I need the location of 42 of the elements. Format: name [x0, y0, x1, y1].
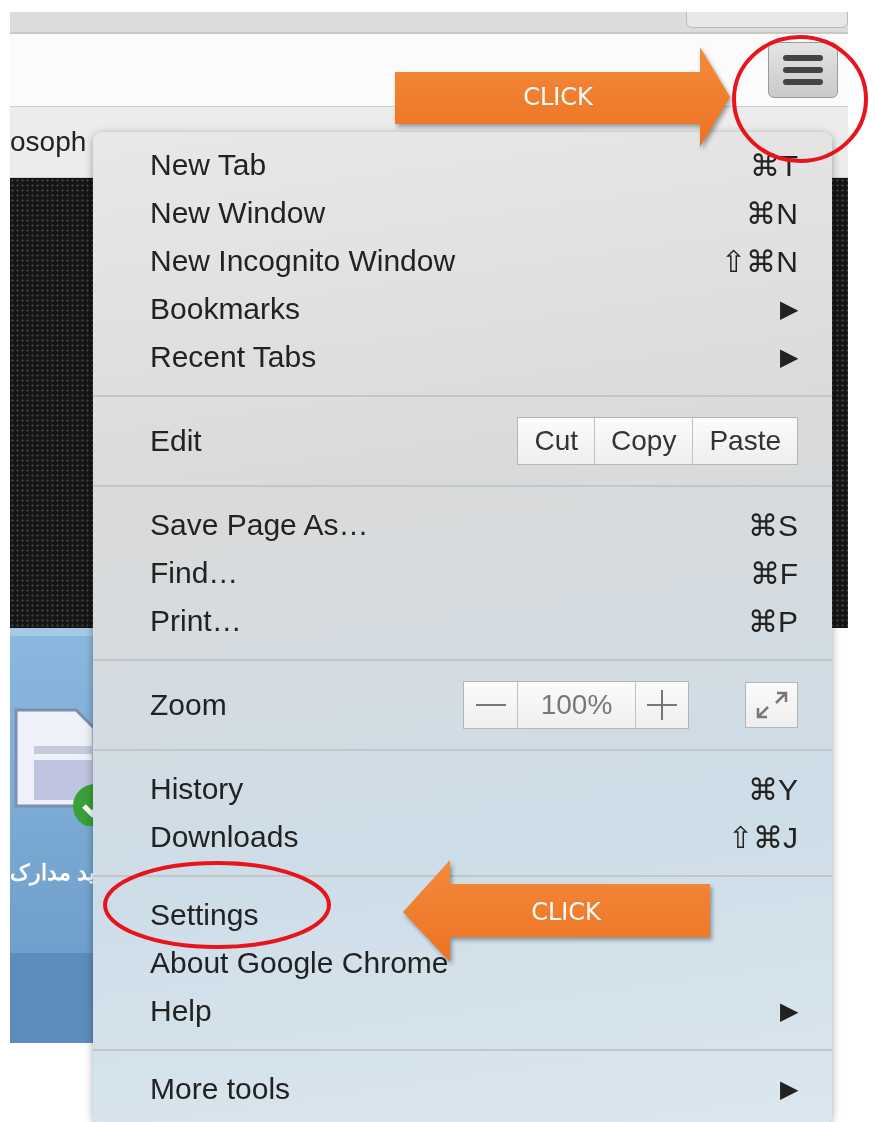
shortcut-text: ⌘N: [746, 195, 798, 231]
menu-item[interactable]: New Tab: [150, 148, 267, 182]
menu-item[interactable]: Find…: [150, 556, 239, 590]
menu-icon: [783, 54, 823, 86]
submenu-arrow-icon: ▶: [780, 997, 798, 1025]
expand-icon: [754, 690, 789, 720]
zoom-in-button[interactable]: [635, 682, 688, 728]
zoom-out-button[interactable]: [464, 682, 517, 728]
menu-item[interactable]: New Incognito Window: [150, 244, 456, 278]
plus-icon: [647, 690, 677, 720]
menu-label: Edit: [150, 424, 202, 458]
shortcut-text: ⇧⌘J: [728, 819, 798, 855]
menu-item[interactable]: About Google Chrome: [150, 946, 449, 980]
page-heading: osoph: [10, 126, 87, 158]
menu-item[interactable]: History: [150, 772, 244, 806]
menu-item[interactable]: Bookmarks: [150, 292, 301, 326]
menu-label: Zoom: [150, 688, 227, 722]
shortcut-text: ⌘F: [749, 555, 798, 591]
submenu-arrow-icon: ▶: [780, 343, 798, 371]
callout-label: CLICK: [523, 83, 593, 111]
edit-button[interactable]: Copy: [594, 418, 693, 464]
shortcut-text: ⌘S: [748, 507, 798, 543]
shortcut-text: ⇧⌘N: [721, 243, 798, 279]
callout-label: CLICK: [531, 898, 601, 926]
menu-item[interactable]: Settings: [150, 898, 259, 932]
edit-button[interactable]: Cut: [518, 418, 594, 464]
fullscreen-button[interactable]: [745, 682, 798, 728]
menu-item[interactable]: New Window: [150, 196, 326, 230]
submenu-arrow-icon: ▶: [780, 295, 798, 323]
minus-icon: [475, 703, 506, 707]
shortcut-text: ⌘P: [748, 603, 798, 639]
edit-button[interactable]: Paste: [692, 418, 797, 464]
menu-item[interactable]: Help: [150, 994, 212, 1028]
menu-item[interactable]: Recent Tabs: [150, 340, 317, 374]
shortcut-text: ⌘Y: [748, 771, 798, 807]
menu-item[interactable]: More tools: [150, 1072, 291, 1106]
menu-item[interactable]: Print…: [150, 604, 242, 638]
menu-item[interactable]: Save Page As…: [150, 508, 369, 542]
menu-item[interactable]: Downloads: [150, 820, 299, 854]
zoom-level: 100%: [517, 682, 635, 728]
submenu-arrow-icon: ▶: [780, 1075, 798, 1103]
menu-button[interactable]: [768, 42, 838, 98]
